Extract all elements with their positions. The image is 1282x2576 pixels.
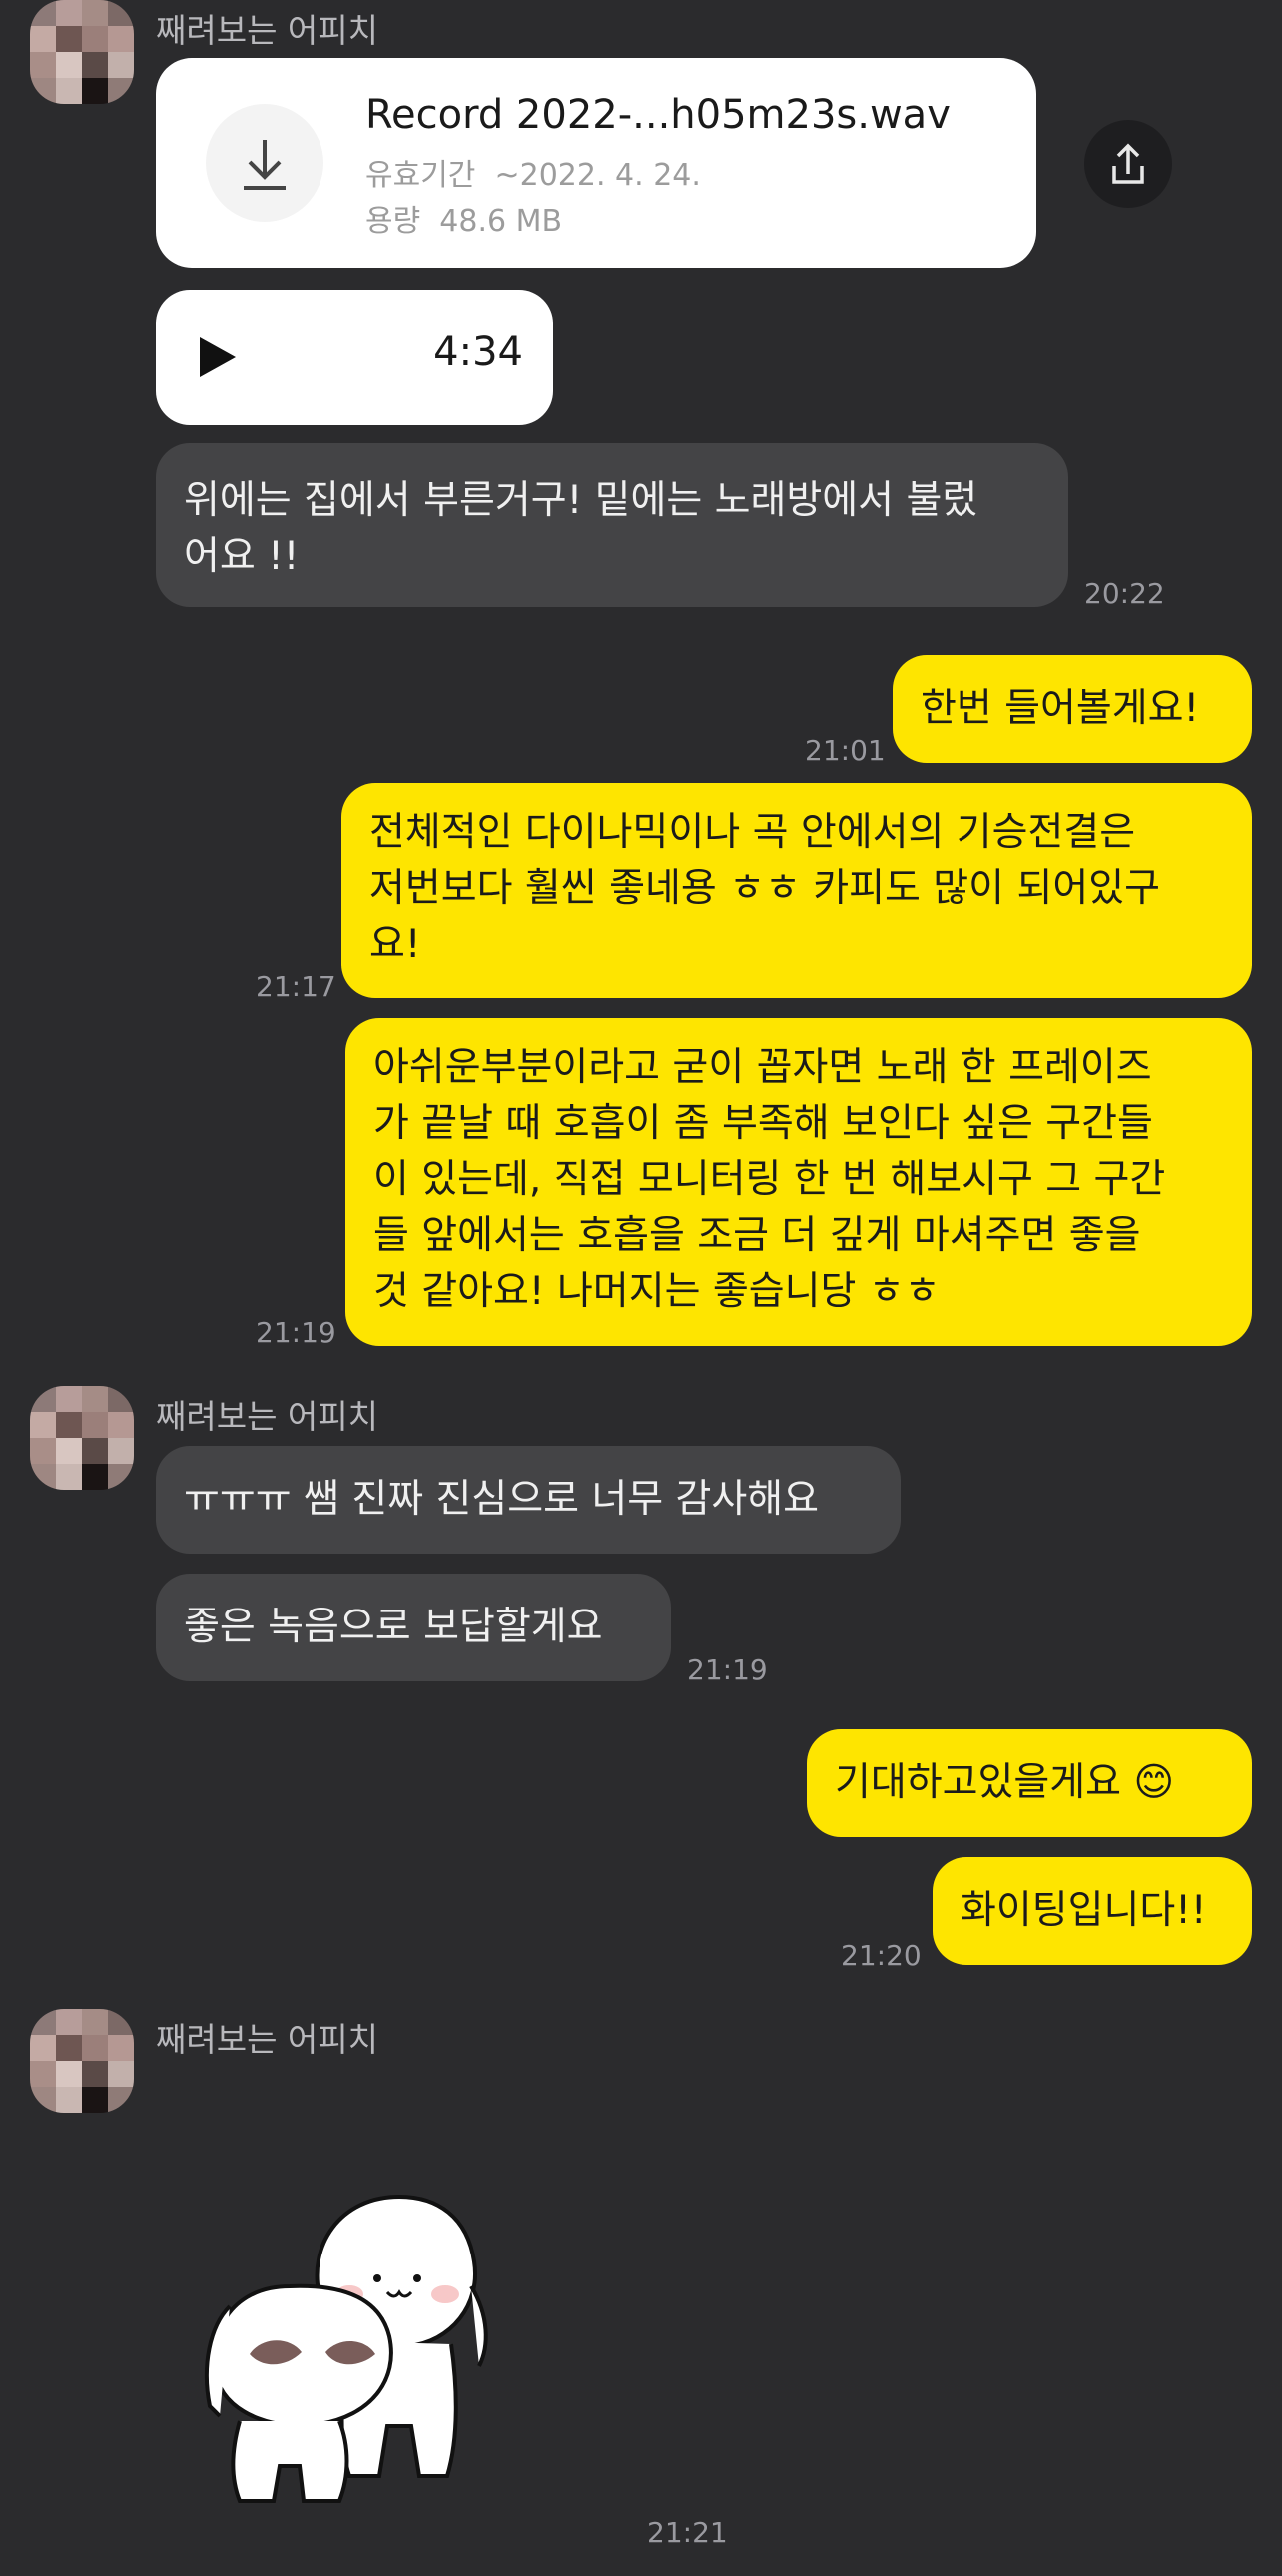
size-label: 용량 bbox=[365, 204, 421, 239]
sender-name: 째려보는 어피치 bbox=[156, 2020, 379, 2059]
file-expiry: 유효기간 ~2022. 4. 24. bbox=[365, 150, 701, 194]
incoming-message[interactable]: 위에는 집에서 부른거구! 밑에는 노래방에서 불렀 어요 !! bbox=[156, 443, 1068, 607]
avatar[interactable] bbox=[30, 0, 134, 104]
message-time: 21:19 bbox=[256, 1316, 336, 1349]
message-line: 어요 !! bbox=[184, 534, 300, 579]
message-time: 20:22 bbox=[1084, 577, 1165, 610]
download-icon[interactable] bbox=[206, 104, 323, 222]
share-icon[interactable] bbox=[1084, 120, 1172, 208]
expiry-label: 유효기간 bbox=[365, 158, 476, 193]
outgoing-message[interactable]: 화이팅입니다!! bbox=[933, 1857, 1252, 1965]
sticker-image[interactable] bbox=[190, 2177, 589, 2516]
audio-player[interactable]: 4:34 bbox=[156, 290, 553, 425]
message-time: 21:21 bbox=[647, 2516, 728, 2549]
message-line: 것 같아요! 나머지는 좋습니당 ㅎㅎ bbox=[373, 1269, 941, 1314]
file-card[interactable]: Record 2022-...h05m23s.wav 유효기간 ~2022. 4… bbox=[156, 58, 1036, 268]
incoming-message[interactable]: 좋은 녹음으로 보답할게요 bbox=[156, 1574, 671, 1681]
message-line: 들 앞에서는 호흡을 조금 더 깊게 마셔주면 좋을 bbox=[373, 1213, 1141, 1258]
expiry-value: ~2022. 4. 24. bbox=[494, 158, 701, 193]
outgoing-message[interactable]: 전체적인 다이나믹이나 곡 안에서의 기승전결은 저번보다 훨씬 좋네용 ㅎㅎ … bbox=[341, 783, 1252, 998]
message-line: 전체적인 다이나믹이나 곡 안에서의 기승전결은 bbox=[369, 810, 1136, 855]
play-icon[interactable] bbox=[198, 335, 238, 383]
message-line: 가 끝날 때 호흡이 좀 부족해 보인다 싶은 구간들 bbox=[373, 1101, 1153, 1146]
incoming-message[interactable]: ㅠㅠㅠ 쌤 진짜 진심으로 너무 감사해요 bbox=[156, 1446, 901, 1554]
size-value: 48.6 MB bbox=[439, 204, 563, 239]
outgoing-message[interactable]: 한번 들어볼게요! bbox=[893, 655, 1252, 763]
message-line: 아쉬운부분이라고 굳이 꼽자면 노래 한 프레이즈 bbox=[373, 1045, 1152, 1090]
message-line: 기대하고있을게요 😊 bbox=[835, 1760, 1175, 1805]
message-time: 21:20 bbox=[841, 1939, 922, 1972]
message-time: 21:17 bbox=[256, 970, 336, 1003]
sender-name: 째려보는 어피치 bbox=[156, 1397, 379, 1436]
message-line: 좋은 녹음으로 보답할게요 bbox=[184, 1605, 603, 1649]
message-time: 21:01 bbox=[805, 734, 886, 767]
message-time: 21:19 bbox=[687, 1653, 768, 1686]
avatar[interactable] bbox=[30, 2009, 134, 2113]
message-line: 이 있는데, 직접 모니터링 한 번 해보시구 그 구간 bbox=[373, 1157, 1166, 1202]
message-line: ㅠㅠㅠ 쌤 진짜 진심으로 너무 감사해요 bbox=[184, 1477, 820, 1522]
message-line: 요! bbox=[369, 922, 421, 966]
message-line: 화이팅입니다!! bbox=[961, 1888, 1207, 1933]
avatar[interactable] bbox=[30, 1386, 134, 1490]
outgoing-message[interactable]: 기대하고있을게요 😊 bbox=[807, 1729, 1252, 1837]
audio-duration: 4:34 bbox=[433, 329, 523, 375]
message-line: 위에는 집에서 부른거구! 밑에는 노래방에서 불렀 bbox=[184, 478, 978, 523]
outgoing-message[interactable]: 아쉬운부분이라고 굳이 꼽자면 노래 한 프레이즈 가 끝날 때 호흡이 좀 부… bbox=[345, 1018, 1252, 1346]
message-line: 저번보다 훨씬 좋네용 ㅎㅎ 카피도 많이 되어있구 bbox=[369, 866, 1160, 911]
file-name: Record 2022-...h05m23s.wav bbox=[365, 92, 951, 138]
message-line: 한번 들어볼게요! bbox=[921, 686, 1200, 731]
file-size: 용량 48.6 MB bbox=[365, 196, 562, 240]
sender-name: 째려보는 어피치 bbox=[156, 11, 379, 50]
